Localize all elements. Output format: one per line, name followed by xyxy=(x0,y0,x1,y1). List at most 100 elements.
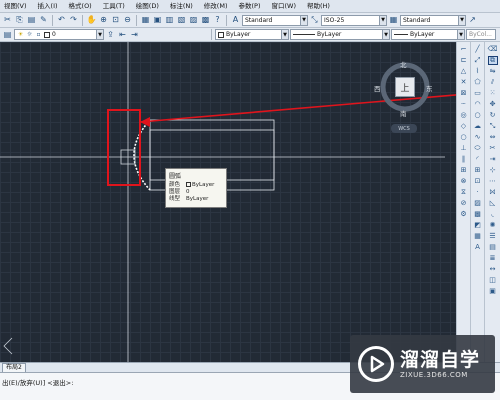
menu-dimension[interactable]: 标注(N) xyxy=(166,0,200,13)
wcs-menu[interactable]: WCS xyxy=(391,124,417,133)
extend-icon[interactable]: ⇥ xyxy=(488,155,498,164)
chamfer-icon[interactable]: ◺ xyxy=(488,199,498,208)
snap-none-icon[interactable]: ⊘ xyxy=(459,199,469,208)
copy-icon[interactable]: ⎘ xyxy=(14,15,25,26)
save-icon[interactable]: ▣ xyxy=(488,287,498,296)
selected-arc[interactable] xyxy=(133,119,151,191)
revision-cloud-icon[interactable]: ☁ xyxy=(473,122,483,131)
snap-perpendicular-icon[interactable]: ⊥ xyxy=(459,144,469,153)
layer-walk-icon[interactable]: ☰ xyxy=(488,232,498,241)
dim-style-select[interactable]: ISO-25 ▼ xyxy=(321,14,387,26)
spline-icon[interactable]: ∿ xyxy=(473,133,483,142)
join-icon[interactable]: ⨝ xyxy=(488,188,498,197)
design-center-icon[interactable]: ▣ xyxy=(152,15,163,26)
snap-insert-icon[interactable]: ⊞ xyxy=(459,166,469,175)
menu-help[interactable]: 帮助(H) xyxy=(303,0,337,13)
layer-state-icon[interactable]: ⇥ xyxy=(129,29,140,40)
stretch-icon[interactable]: ⇔ xyxy=(488,133,498,142)
multiline-text-icon[interactable]: A xyxy=(473,243,483,252)
properties-icon[interactable]: ▦ xyxy=(140,15,151,26)
snap-nearest-icon[interactable]: ⧖ xyxy=(459,188,469,197)
move-icon[interactable]: ✥ xyxy=(488,100,498,109)
table-style-select[interactable]: Standard ▼ xyxy=(400,14,466,26)
polygon-icon[interactable]: ⬠ xyxy=(473,78,483,87)
ellipse-icon[interactable]: ⬭ xyxy=(473,144,483,153)
menu-window[interactable]: 窗口(W) xyxy=(267,0,303,13)
color-select[interactable]: ByLayer ▼ xyxy=(215,29,289,40)
markup-icon[interactable]: ▨ xyxy=(188,15,199,26)
zoom-previous-icon[interactable]: ⊖ xyxy=(122,15,133,26)
break-at-point-icon[interactable]: ⊹ xyxy=(488,166,498,175)
compass-west[interactable]: 西 xyxy=(374,83,381,93)
snap-tangent-icon[interactable]: ○ xyxy=(459,133,469,142)
region-icon[interactable]: ◩ xyxy=(473,221,483,230)
layer-select[interactable]: ☀ ☼ ▫ 0 ▼ xyxy=(14,29,104,40)
object-properties-icon[interactable]: ▤ xyxy=(488,243,498,252)
menu-format[interactable]: 格式(O) xyxy=(65,0,99,13)
snap-node-icon[interactable]: ⊗ xyxy=(459,177,469,186)
undo-icon[interactable]: ↶ xyxy=(56,15,67,26)
make-block-icon[interactable]: ⊡ xyxy=(473,177,483,186)
snap-parallel-icon[interactable]: ∥ xyxy=(459,155,469,164)
viewcube[interactable]: 北 南 西 东 上 xyxy=(373,59,435,123)
list-icon[interactable]: ≣ xyxy=(488,254,498,263)
sheet-set-icon[interactable]: ▧ xyxy=(176,15,187,26)
compass-east[interactable]: 东 xyxy=(426,83,433,93)
viewcube-top-face[interactable]: 上 xyxy=(395,77,415,97)
construction-line-icon[interactable]: ⤢ xyxy=(473,56,483,65)
tool-palettes-icon[interactable]: ▥ xyxy=(164,15,175,26)
redo-icon[interactable]: ↷ xyxy=(68,15,79,26)
explode-icon[interactable]: ✺ xyxy=(488,221,498,230)
paste-icon[interactable]: ▤ xyxy=(26,15,37,26)
zoom-window-icon[interactable]: ⊡ xyxy=(110,15,121,26)
offset-icon[interactable]: ⫽ xyxy=(488,78,498,87)
line-icon[interactable]: ╱ xyxy=(473,45,483,54)
lineweight-select[interactable]: ByLayer ▼ xyxy=(391,29,465,40)
zoom-realtime-icon[interactable]: ⊕ xyxy=(98,15,109,26)
osnap-settings-icon[interactable]: ⚙ xyxy=(459,210,469,219)
layer-previous-icon[interactable]: ⇤ xyxy=(117,29,128,40)
tab-layout2[interactable]: 布局2 xyxy=(2,362,26,373)
break-icon[interactable]: ⋯ xyxy=(488,177,498,186)
circle-icon[interactable]: ○ xyxy=(473,111,483,120)
menu-view[interactable]: 视图(V) xyxy=(0,0,34,13)
match-properties-icon[interactable]: ✎ xyxy=(38,15,49,26)
rotate-icon[interactable]: ↻ xyxy=(488,111,498,120)
rectangle-icon[interactable]: ▭ xyxy=(473,89,483,98)
snap-intersection-icon[interactable]: ✕ xyxy=(459,78,469,87)
snap-extension-icon[interactable]: ┄ xyxy=(459,100,469,109)
point-icon[interactable]: · xyxy=(473,188,483,197)
mirror-icon[interactable]: ⇋ xyxy=(488,67,498,76)
fillet-icon[interactable]: ◟ xyxy=(488,210,498,219)
snap-apparent-icon[interactable]: ⊠ xyxy=(459,89,469,98)
area-icon[interactable]: ◫ xyxy=(488,276,498,285)
gradient-icon[interactable]: ▩ xyxy=(473,210,483,219)
menu-modify[interactable]: 修改(M) xyxy=(200,0,235,13)
make-current-icon[interactable]: ⇪ xyxy=(105,29,116,40)
linetype-select[interactable]: ByLayer ▼ xyxy=(290,29,390,40)
compass-north[interactable]: 北 xyxy=(400,59,407,69)
menu-tools[interactable]: 工具(T) xyxy=(99,0,132,13)
insert-block-icon[interactable]: ⊞ xyxy=(473,166,483,175)
help-icon[interactable]: ? xyxy=(212,15,223,26)
menu-draw[interactable]: 绘图(D) xyxy=(132,0,166,13)
layer-manager-icon[interactable]: ▤ xyxy=(2,29,13,40)
distance-icon[interactable]: ↔ xyxy=(488,265,498,274)
snap-from-icon[interactable]: ⌐ xyxy=(459,45,469,54)
drawing-canvas[interactable]: 北 南 西 东 上 WCS 圆弧 颜色 ByLayer 图层 0 线型 ByLa… xyxy=(0,42,456,362)
compass-south[interactable]: 南 xyxy=(400,108,407,118)
snap-endpoint-icon[interactable]: ⊏ xyxy=(459,56,469,65)
polyline-icon[interactable]: ⌇ xyxy=(473,67,483,76)
arc-icon[interactable]: ◠ xyxy=(473,100,483,109)
copy-object-icon[interactable]: ⧉ xyxy=(487,56,498,65)
plot-style-select[interactable]: ByCol... xyxy=(466,29,496,40)
pan-icon[interactable]: ✋ xyxy=(86,15,97,26)
snap-quadrant-icon[interactable]: ◇ xyxy=(459,122,469,131)
ellipse-arc-icon[interactable]: ◜ xyxy=(473,155,483,164)
cut-icon[interactable]: ✂ xyxy=(2,15,13,26)
erase-icon[interactable]: ⌫ xyxy=(488,45,498,54)
snap-center-icon[interactable]: ◎ xyxy=(459,111,469,120)
trim-icon[interactable]: ✂ xyxy=(488,144,498,153)
table-icon[interactable]: ▦ xyxy=(473,232,483,241)
menu-parametric[interactable]: 参数(P) xyxy=(234,0,267,13)
